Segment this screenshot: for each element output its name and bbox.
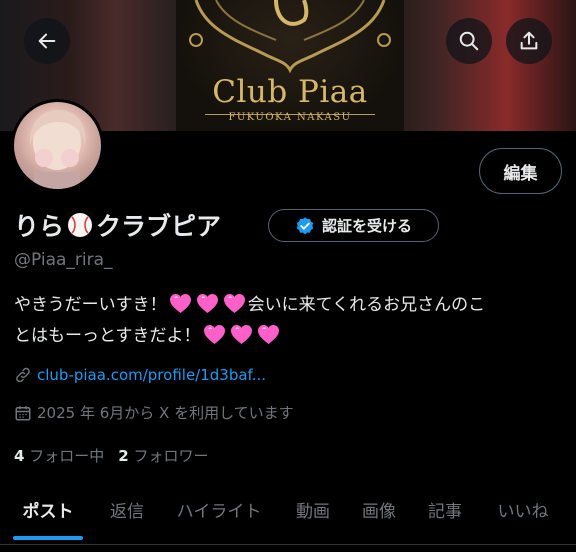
search-icon — [459, 31, 479, 51]
tab-highlights[interactable]: ハイライト — [158, 488, 280, 530]
followers-count: 2 — [118, 447, 129, 465]
following-label: フォロー中 — [29, 447, 105, 465]
profile-link-row[interactable]: club-piaa.com/profile/1d3baf... — [14, 366, 266, 384]
bio-text-3: とはもーっとすきだよ！ — [14, 326, 201, 346]
heart-icon — [169, 293, 191, 314]
tab-posts[interactable]: ポスト — [0, 488, 96, 530]
display-name-part2: クラブピア — [96, 212, 222, 241]
profile-link[interactable]: club-piaa.com/profile/1d3baf... — [37, 366, 266, 384]
tab-replies[interactable]: 返信 — [96, 488, 158, 530]
followers-link[interactable]: 2 フォロワー — [118, 445, 208, 466]
back-button[interactable] — [24, 18, 70, 64]
tabs-divider — [0, 544, 576, 545]
following-link[interactable]: 4 フォロー中 — [14, 445, 104, 466]
banner-ornament — [189, 0, 391, 74]
banner-brand-text: Club Piaa — [212, 74, 368, 110]
heart-icon — [230, 324, 252, 345]
edit-profile-button[interactable]: 編集 — [479, 148, 562, 194]
share-button[interactable] — [506, 18, 552, 64]
follow-stats: 4 フォロー中 2 フォロワー — [14, 445, 208, 466]
joined-row: 2025 年 6月から X を利用しています — [14, 402, 294, 423]
tab-videos[interactable]: 動画 — [280, 488, 346, 530]
heart-icon — [257, 324, 279, 345]
get-verified-label: 認証を受ける — [321, 217, 412, 235]
following-count: 4 — [14, 447, 25, 465]
banner-brand-subtitle: FUKUOKA NAKASU — [228, 112, 352, 123]
profile-bio: やきうだーいすき！ 会いに来てくれるお兄さんのこ とはもーっとすきだよ！ — [14, 290, 562, 352]
heart-icon — [196, 293, 218, 314]
active-tab-indicator — [13, 536, 83, 540]
verified-badge-icon — [296, 216, 314, 234]
profile-handle: @Piaa_rira_ — [14, 250, 113, 270]
display-name-part1: りら — [14, 212, 65, 241]
avatar[interactable] — [11, 99, 104, 192]
bio-text-1: やきうだーいすき！ — [14, 295, 167, 315]
link-icon — [16, 367, 30, 383]
bio-text-2: 会いに来てくれるお兄さんのこ — [247, 295, 486, 315]
profile-tabs: ポスト 返信 ハイライト 動画 画像 記事 いいね — [0, 488, 576, 530]
heart-icon — [223, 293, 245, 314]
tab-media[interactable]: 画像 — [346, 488, 412, 530]
heart-icon — [203, 324, 225, 345]
arrow-left-icon — [38, 33, 56, 49]
search-button[interactable] — [446, 18, 492, 64]
tab-articles[interactable]: 記事 — [412, 488, 478, 530]
share-icon — [520, 31, 538, 50]
avatar-image — [14, 102, 101, 189]
baseball-icon — [68, 213, 93, 237]
get-verified-button[interactable]: 認証を受ける — [268, 209, 439, 242]
calendar-icon — [15, 405, 31, 420]
display-name-row: りら クラブピア — [14, 207, 221, 243]
joined-date: 2025 年 6月から X を利用しています — [37, 404, 294, 422]
followers-label: フォロワー — [133, 447, 209, 465]
tab-likes[interactable]: いいね — [478, 488, 568, 530]
